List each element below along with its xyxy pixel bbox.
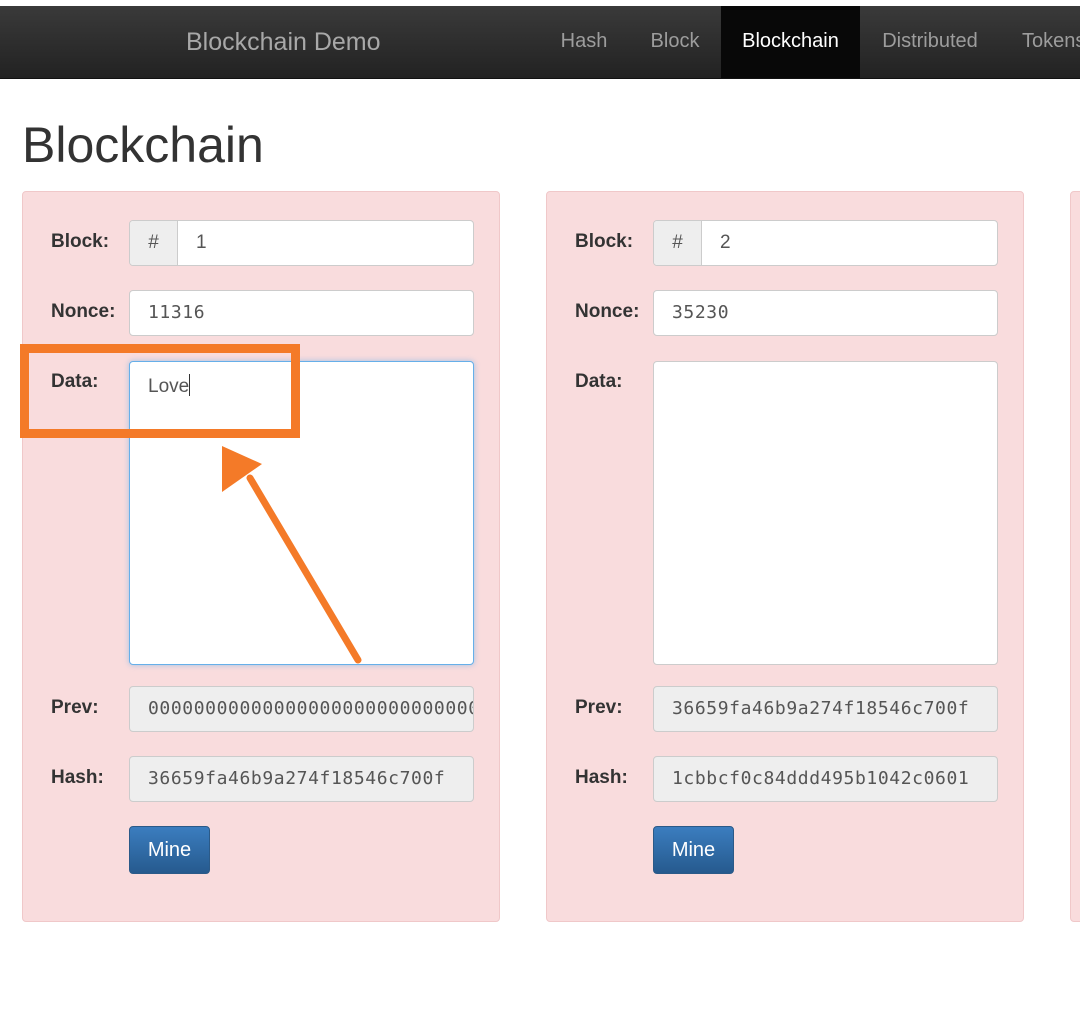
block-number-input-group: # 1 <box>129 220 474 266</box>
block-prefix: # <box>130 221 178 265</box>
nonce-input[interactable]: 35230 <box>653 290 998 336</box>
hash-field: 1cbbcf0c84ddd495b1042c0601 <box>653 756 998 802</box>
nav-item-blockchain[interactable]: Blockchain <box>721 6 860 78</box>
prev-label: Prev: <box>51 697 99 718</box>
nav-item-block[interactable]: Block <box>632 6 718 78</box>
page-title: Blockchain <box>22 117 264 173</box>
nav-item-hash[interactable]: Hash <box>542 6 626 78</box>
block-card-3-edge <box>1070 191 1080 922</box>
block-number-input[interactable]: 2 <box>720 221 731 265</box>
nonce-label: Nonce: <box>575 301 640 322</box>
nonce-label: Nonce: <box>51 301 116 322</box>
prev-hash-field: 36659fa46b9a274f18546c700f <box>653 686 998 732</box>
block-number-input[interactable]: 1 <box>196 221 207 265</box>
prev-hash-field: 0000000000000000000000000000000000000000… <box>129 686 474 732</box>
mine-button[interactable]: Mine <box>129 826 210 874</box>
nav-item-distributed[interactable]: Distributed <box>862 6 998 78</box>
mine-button[interactable]: Mine <box>653 826 734 874</box>
navbar-brand[interactable]: Blockchain Demo <box>186 6 381 78</box>
block-card-1: Block: # 1 Nonce: 11316 Data: Love Prev:… <box>22 191 500 922</box>
data-textarea[interactable] <box>653 361 998 665</box>
block-card-2: Block: # 2 Nonce: 35230 Data: Prev: 3665… <box>546 191 1024 922</box>
nav-item-tokens[interactable]: Tokens <box>1004 6 1080 78</box>
block-number-input-group: # 2 <box>653 220 998 266</box>
annotation-highlight-box <box>20 344 300 438</box>
hash-field: 36659fa46b9a274f18546c700f <box>129 756 474 802</box>
hash-label: Hash: <box>575 767 628 788</box>
block-label: Block: <box>575 231 634 252</box>
navbar: Blockchain Demo Hash Block Blockchain Di… <box>0 6 1080 79</box>
data-label: Data: <box>575 371 623 392</box>
block-label: Block: <box>51 231 110 252</box>
prev-label: Prev: <box>575 697 623 718</box>
block-prefix: # <box>654 221 702 265</box>
hash-label: Hash: <box>51 767 104 788</box>
nonce-input[interactable]: 11316 <box>129 290 474 336</box>
